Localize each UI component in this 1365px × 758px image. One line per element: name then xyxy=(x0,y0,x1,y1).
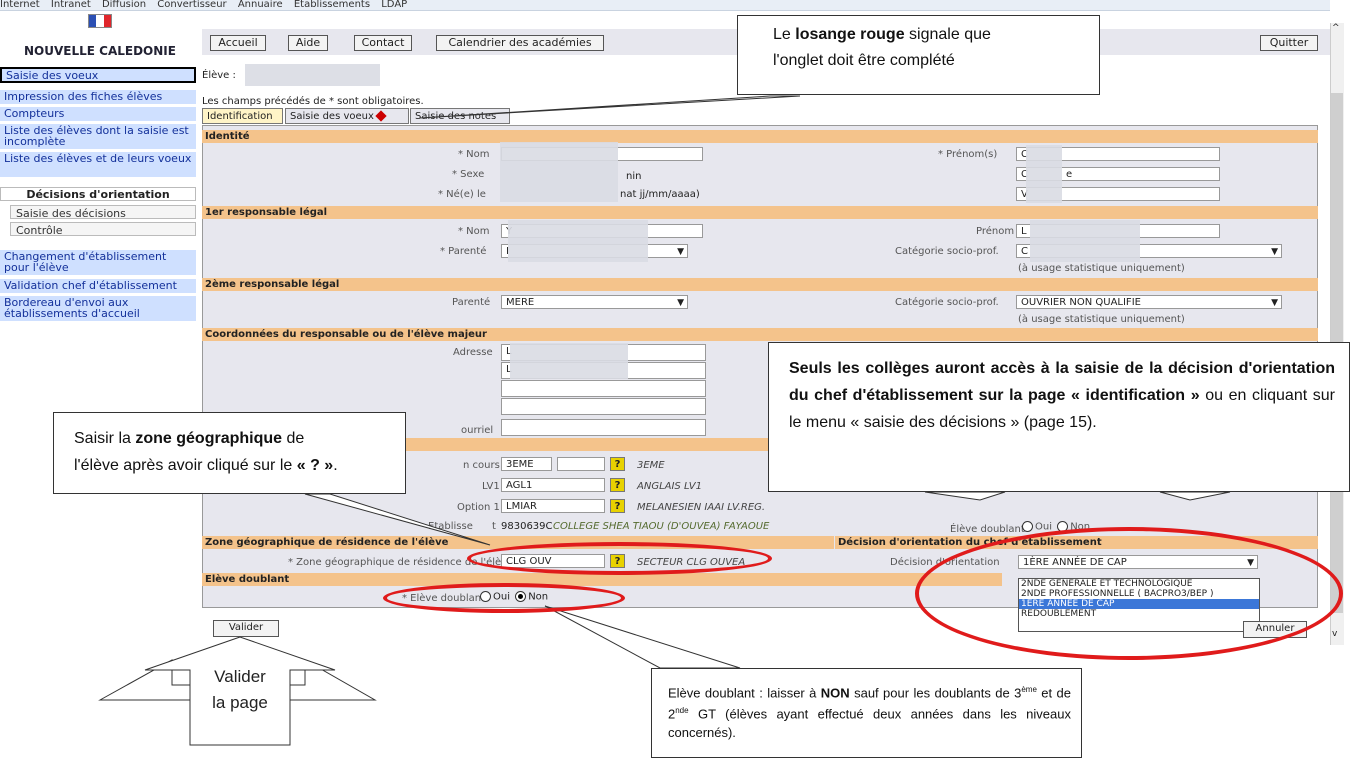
callout-doublant: Elève doublant : laisser à NON sauf pour… xyxy=(651,668,1082,758)
callout-zone-text-f: . xyxy=(333,457,338,474)
doublant-pointer xyxy=(544,605,741,669)
highlight-decision xyxy=(915,527,1343,660)
highlight-zone xyxy=(467,542,772,575)
callout-zone-text-c: de xyxy=(282,430,305,447)
zone-pointer xyxy=(304,493,491,546)
callout-zone-text-b: zone géographique xyxy=(135,430,283,447)
callout-doublant-text-c: sauf pour les doublants de 3 xyxy=(849,685,1022,701)
callout-zone-text-d: l'élève après avoir cliqué sur le xyxy=(74,457,297,474)
callout-doublant-text-a: Elève doublant : laisser à xyxy=(668,685,821,701)
callout-losange-text-b: losange rouge xyxy=(795,26,905,43)
callout-valider: Valider la page xyxy=(190,664,290,716)
callout-zone-text-a: Saisir la xyxy=(74,430,136,447)
callout-doublant-sup2: nde xyxy=(675,706,689,716)
callout-doublant-text-e: GT (élèves ayant effectué deux années da… xyxy=(668,706,1071,740)
callout-valider-text-b: la page xyxy=(212,693,268,712)
callout-losange: Le losange rouge signale que l'onglet do… xyxy=(737,15,1100,95)
callout-colleges-text-b: « identification » xyxy=(1071,387,1200,404)
highlight-doublant xyxy=(383,583,625,613)
callout-zone: Saisir la zone géographique de l'élève a… xyxy=(53,412,406,494)
callout-losange-text-a: Le xyxy=(773,26,796,43)
callout-colleges: Seuls les collèges auront accès à la sai… xyxy=(768,342,1350,492)
losange-pointer xyxy=(419,95,801,119)
callout-losange-text-c: signale que xyxy=(904,26,991,43)
callout-doublant-text-b: NON xyxy=(820,685,850,701)
college-pointer-2 xyxy=(1159,491,1231,501)
callout-losange-text-d: l'onglet doit être complété xyxy=(773,52,955,69)
callout-valider-text-a: Valider xyxy=(214,667,266,686)
college-pointer-1 xyxy=(924,491,1006,501)
callout-zone-text-e: « ? » xyxy=(296,457,334,474)
callout-doublant-sup1: ème xyxy=(1021,685,1037,694)
